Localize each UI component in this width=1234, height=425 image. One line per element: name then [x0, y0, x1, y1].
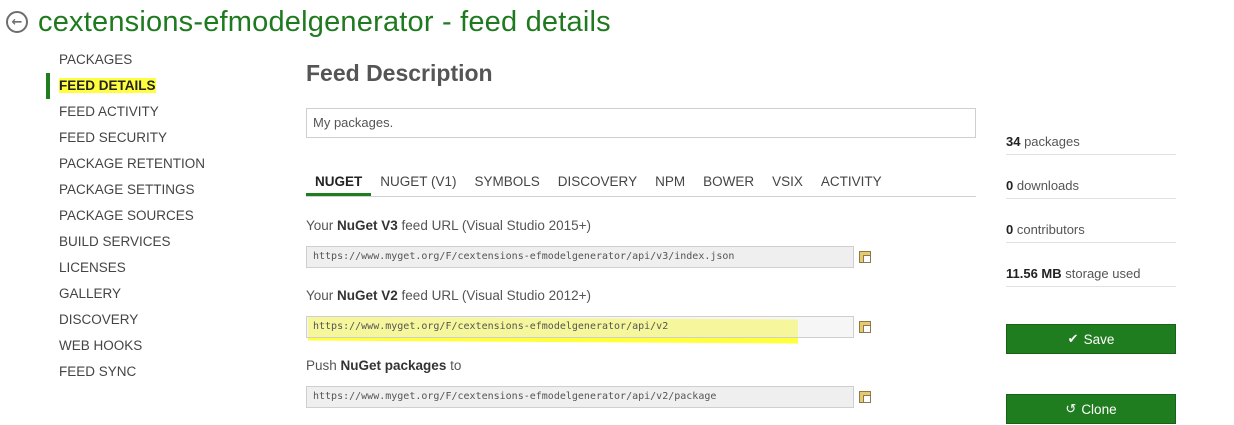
sidebar-item-package-retention[interactable]: PACKAGE RETENTION	[46, 151, 246, 177]
sidebar-item-discovery[interactable]: DISCOVERY	[46, 307, 246, 333]
v2-url-label: Your NuGet V2 feed URL (Visual Studio 20…	[306, 288, 592, 303]
sidebar-item-feed-sync[interactable]: FEED SYNC	[46, 359, 246, 385]
sidebar-item-package-sources[interactable]: PACKAGE SOURCES	[46, 203, 246, 229]
sidebar-item-feed-security[interactable]: FEED SECURITY	[46, 125, 246, 151]
sidebar-item-licenses[interactable]: LICENSES	[46, 255, 246, 281]
clone-button[interactable]: ↺ Clone	[1006, 394, 1176, 424]
sidebar-item-web-hooks[interactable]: WEB HOOKS	[46, 333, 246, 359]
feed-stats: 34 packages 0 downloads 0 contributors 1…	[1006, 130, 1176, 306]
save-button[interactable]: ✔ Save	[1006, 324, 1176, 354]
tab-vsix[interactable]: VSIX	[763, 172, 812, 196]
copy-icon[interactable]	[859, 321, 871, 333]
section-title: Feed Description	[306, 60, 493, 86]
tab-npm[interactable]: NPM	[646, 172, 694, 196]
tab-bower[interactable]: BOWER	[694, 172, 763, 196]
push-url-field[interactable]: https://www.myget.org/F/cextensions-efmo…	[306, 386, 854, 408]
v3-feed-url-field[interactable]: https://www.myget.org/F/cextensions-efmo…	[306, 246, 854, 268]
stat-packages: 34 packages	[1006, 130, 1176, 155]
sidebar-nav: PACKAGES FEED DETAILS FEED ACTIVITY FEED…	[46, 47, 246, 385]
sidebar-item-packages[interactable]: PACKAGES	[46, 47, 246, 73]
feed-description-input[interactable]: My packages.	[306, 108, 976, 138]
sidebar-item-gallery[interactable]: GALLERY	[46, 281, 246, 307]
stat-contributors: 0 contributors	[1006, 218, 1176, 243]
clone-icon: ↺	[1065, 401, 1077, 416]
push-url-label: Push NuGet packages to	[306, 358, 462, 373]
protocol-tabs: NUGET NUGET (V1) SYMBOLS DISCOVERY NPM B…	[306, 172, 976, 197]
sidebar-item-feed-details[interactable]: FEED DETAILS	[46, 73, 246, 99]
v3-url-label: Your NuGet V3 feed URL (Visual Studio 20…	[306, 218, 592, 233]
tab-nuget[interactable]: NUGET	[306, 172, 372, 196]
sidebar-item-feed-activity[interactable]: FEED ACTIVITY	[46, 99, 246, 125]
sidebar-item-build-services[interactable]: BUILD SERVICES	[46, 229, 246, 255]
main-content: Feed Description My packages. NUGET NUGE…	[306, 60, 978, 408]
page-header: ← cextensions-efmodelgenerator - feed de…	[6, 2, 611, 42]
tab-activity[interactable]: ACTIVITY	[812, 172, 891, 196]
stat-downloads: 0 downloads	[1006, 174, 1176, 199]
tab-discovery[interactable]: DISCOVERY	[549, 172, 646, 196]
copy-icon[interactable]	[859, 251, 871, 263]
back-arrow-icon[interactable]: ←	[6, 11, 28, 33]
checkmark-icon: ✔	[1067, 331, 1079, 346]
tab-nuget-v1[interactable]: NUGET (V1)	[371, 172, 465, 196]
page-title: cextensions-efmodelgenerator - feed deta…	[38, 5, 611, 38]
sidebar-item-package-settings[interactable]: PACKAGE SETTINGS	[46, 177, 246, 203]
copy-icon[interactable]	[859, 391, 871, 403]
v2-feed-url-field[interactable]: https://www.myget.org/F/cextensions-efmo…	[306, 316, 854, 338]
stat-storage: 11.56 MB storage used	[1006, 262, 1176, 287]
tab-symbols[interactable]: SYMBOLS	[466, 172, 549, 196]
